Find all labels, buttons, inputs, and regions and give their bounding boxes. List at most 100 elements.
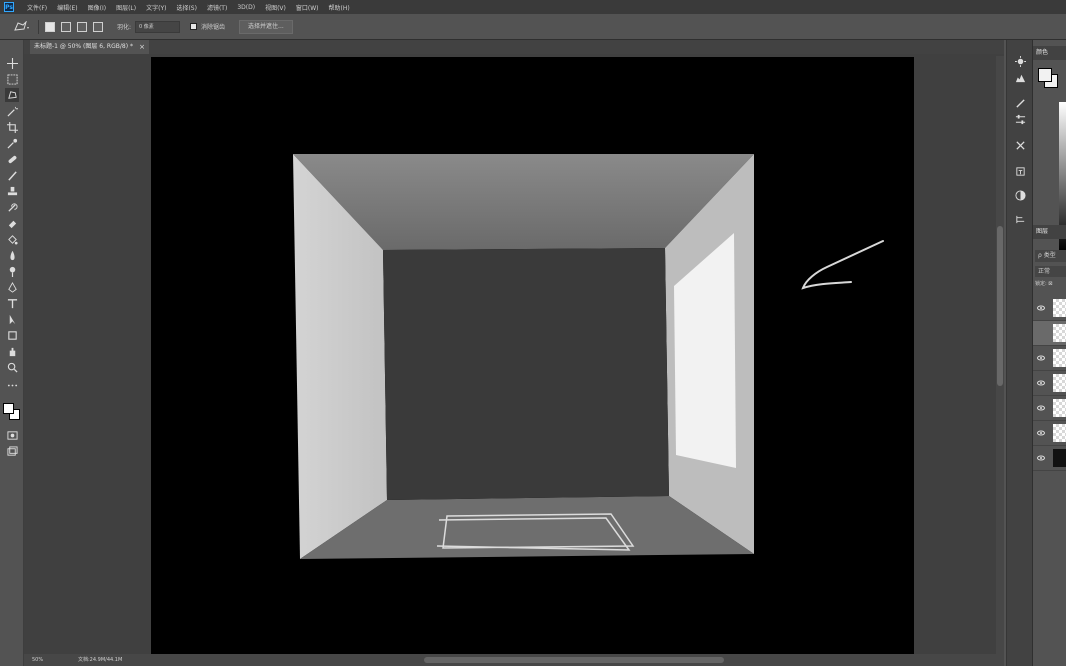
- new-selection-button[interactable]: [45, 21, 55, 32]
- move-icon[interactable]: [5, 56, 19, 70]
- tool-preset-picker[interactable]: [10, 18, 32, 36]
- tab-color[interactable]: 颜色: [1036, 46, 1048, 60]
- close-window-button[interactable]: [1048, 0, 1066, 14]
- properties-icon[interactable]: [1013, 212, 1027, 226]
- antialias-label: 消除锯齿: [201, 24, 226, 31]
- right-panels: 颜色 图层 ρ 类型 正常 锁定: ⊠: [1032, 40, 1066, 666]
- layer-row[interactable]: [1033, 421, 1066, 446]
- layer-row[interactable]: [1033, 446, 1066, 471]
- visibility-eye-icon[interactable]: [1037, 379, 1045, 387]
- menu-filter[interactable]: 滤镜(T): [202, 3, 232, 12]
- zoom-level[interactable]: 50%: [32, 654, 43, 666]
- eraser-icon[interactable]: [5, 216, 19, 230]
- menu-help[interactable]: 帮助(H): [324, 3, 355, 12]
- separator: [38, 19, 39, 34]
- window-controls: [1012, 0, 1066, 14]
- visibility-eye-icon[interactable]: [1037, 404, 1045, 412]
- panel-foreground-swatch[interactable]: [1038, 68, 1052, 82]
- minimize-button[interactable]: [1012, 0, 1030, 14]
- maximize-button[interactable]: [1030, 0, 1048, 14]
- layer-row[interactable]: [1033, 296, 1066, 321]
- visibility-eye-icon[interactable]: [1037, 304, 1045, 312]
- healing-brush-icon[interactable]: [5, 152, 19, 166]
- pen-icon[interactable]: [5, 280, 19, 294]
- document-tab-bar: 未标题-1 @ 50% (图层 6, RGB/8) * ×: [24, 40, 1004, 54]
- levels-icon[interactable]: [1013, 70, 1027, 84]
- menu-window[interactable]: 窗口(W): [291, 3, 324, 12]
- menu-3d[interactable]: 3D(D): [232, 4, 260, 11]
- layer-row[interactable]: [1033, 346, 1066, 371]
- lasso-icon[interactable]: [5, 88, 19, 102]
- crop-icon[interactable]: [5, 120, 19, 134]
- menu-edit[interactable]: 编辑(E): [52, 3, 82, 12]
- history-brush-icon[interactable]: [5, 200, 19, 214]
- more-tools-icon[interactable]: [5, 378, 19, 392]
- room-drawing: [293, 154, 884, 559]
- adjustments-icon[interactable]: [1013, 188, 1027, 202]
- arrow-annotation: [801, 240, 884, 290]
- path-selection-icon[interactable]: [5, 312, 19, 326]
- layers-panel-header: 图层: [1033, 225, 1066, 239]
- layer-row[interactable]: [1033, 321, 1066, 346]
- tools-panel: [0, 40, 24, 666]
- menu-view[interactable]: 视图(V): [260, 3, 291, 12]
- intersect-selection-button[interactable]: [93, 21, 103, 32]
- workspace: [24, 54, 1004, 654]
- color-panel-header: 颜色: [1033, 46, 1066, 60]
- menu-layer[interactable]: 图层(L): [111, 3, 141, 12]
- visibility-eye-icon[interactable]: [1037, 429, 1045, 437]
- layer-filter-input[interactable]: ρ 类型: [1035, 250, 1066, 262]
- document-tab[interactable]: 未标题-1 @ 50% (图层 6, RGB/8) * ×: [30, 40, 149, 54]
- vertical-scroll-thumb[interactable]: [997, 226, 1003, 386]
- visibility-eye-icon[interactable]: [1037, 454, 1045, 462]
- select-and-mask-button[interactable]: 选择并遮住...: [239, 19, 293, 34]
- horizontal-scrollbar[interactable]: [424, 657, 724, 663]
- feather-input[interactable]: 0 像素: [135, 20, 181, 33]
- foreground-color-swatch[interactable]: [3, 403, 14, 414]
- visibility-eye-icon[interactable]: [1037, 354, 1045, 362]
- layer-thumbnail: [1053, 349, 1066, 367]
- layer-row[interactable]: [1033, 371, 1066, 396]
- antialias-checkbox[interactable]: [190, 23, 198, 30]
- zoom-icon[interactable]: [5, 360, 19, 374]
- brightness-icon[interactable]: [1013, 54, 1027, 68]
- menu-file[interactable]: 文件(F): [22, 3, 52, 12]
- hand-icon[interactable]: [5, 344, 19, 358]
- menu-select[interactable]: 选择(S): [171, 3, 202, 12]
- subtract-from-selection-button[interactable]: [77, 21, 87, 32]
- shape-icon[interactable]: [5, 328, 19, 342]
- layer-thumbnail: [1053, 374, 1066, 392]
- blur-icon[interactable]: [5, 248, 19, 262]
- menu-image[interactable]: 图像(I): [83, 3, 111, 12]
- close-tab-icon[interactable]: ×: [139, 40, 145, 54]
- panel-icon-strip: [1006, 40, 1032, 666]
- quick-mask-icon[interactable]: [5, 428, 19, 442]
- eyedropper-icon[interactable]: [5, 136, 19, 150]
- tools-cross-icon[interactable]: [1013, 138, 1027, 152]
- feather-label: 羽化:: [117, 24, 132, 31]
- document-tab-title: 未标题-1 @ 50% (图层 6, RGB/8) *: [34, 43, 133, 50]
- document-canvas[interactable]: [151, 57, 914, 654]
- layer-row[interactable]: [1033, 396, 1066, 421]
- paint-bucket-icon[interactable]: [5, 232, 19, 246]
- dodge-icon[interactable]: [5, 264, 19, 278]
- brush-settings-icon[interactable]: [1013, 96, 1027, 110]
- brush-icon[interactable]: [5, 168, 19, 182]
- marquee-icon[interactable]: [5, 72, 19, 86]
- layer-thumbnail: [1053, 449, 1066, 467]
- status-bar: 50% 文档:24.9M/44.1M: [24, 654, 1004, 666]
- clone-stamp-icon[interactable]: [5, 184, 19, 198]
- menu-type[interactable]: 文字(Y): [141, 3, 171, 12]
- sliders-icon[interactable]: [1013, 112, 1027, 126]
- add-to-selection-button[interactable]: [61, 21, 71, 32]
- screen-mode-icon[interactable]: [5, 444, 19, 458]
- tab-layers[interactable]: 图层: [1036, 225, 1048, 239]
- character-icon[interactable]: [1013, 164, 1027, 178]
- document-size: 文档:24.9M/44.1M: [78, 657, 123, 663]
- back-wall: [383, 248, 669, 500]
- blend-mode-select[interactable]: 正常: [1035, 266, 1066, 277]
- options-bar: 羽化: 0 像素 消除锯齿 选择并遮住...: [0, 14, 1066, 40]
- vertical-scrollbar[interactable]: [996, 56, 1004, 654]
- type-icon[interactable]: [5, 296, 19, 310]
- magic-wand-icon[interactable]: [5, 104, 19, 118]
